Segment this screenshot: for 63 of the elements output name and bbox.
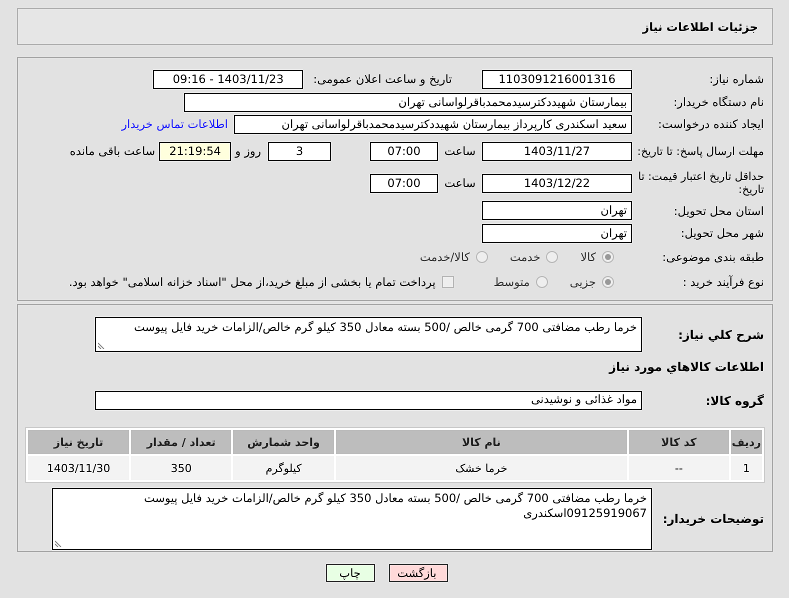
input-field[interactable]: 1403/11/23 - 09:16 bbox=[153, 70, 304, 88]
option-label: کالا bbox=[580, 250, 596, 264]
description-box: خرما رطب مضافتی 700 گرمی خالص /500 بسته معادل 350 کیلو گرم خالص/الزامات خرید فایل پیوست bbox=[95, 317, 642, 352]
date-field[interactable]: 1403/12/22 bbox=[482, 174, 632, 192]
input-field[interactable]: تهران bbox=[482, 224, 632, 242]
field-label: شهر محل تحویل: bbox=[680, 226, 764, 240]
input-field[interactable]: مواد غذائی و نوشیدنی bbox=[95, 391, 642, 410]
section-heading: اطلاعات کالاهاي مورد نیاز bbox=[608, 360, 764, 376]
field-label: شرح کلي نیاز: bbox=[677, 328, 764, 342]
table-cell: 1403/11/30 bbox=[28, 456, 130, 480]
input-field[interactable]: تهران bbox=[482, 201, 632, 220]
radio-button[interactable] bbox=[602, 251, 614, 263]
resize-grip-icon[interactable] bbox=[98, 341, 106, 349]
column-header: کد کالا bbox=[628, 430, 729, 454]
field-label: استان محل تحویل: bbox=[672, 204, 764, 218]
input-field[interactable]: 1103091216001316 bbox=[482, 70, 632, 88]
field-label: ایجاد کننده درخواست: bbox=[657, 117, 764, 131]
column-header: تعداد / مقدار bbox=[131, 430, 232, 454]
option-label: جزیی bbox=[570, 275, 596, 289]
checkbox[interactable] bbox=[442, 276, 454, 288]
option-label: کالا/خدمت bbox=[420, 250, 470, 264]
radio-button[interactable] bbox=[476, 251, 488, 263]
field-label: توضیحات خریدار: bbox=[662, 512, 764, 526]
field-label: مهلت ارسال پاسخ: تا تاریخ: bbox=[636, 144, 764, 158]
contact-link[interactable]: اطلاعات تماس خریدار bbox=[121, 117, 228, 131]
field-label: شماره نیاز: bbox=[708, 72, 764, 86]
field-label: ساعت bbox=[443, 144, 477, 158]
field-label: گروه کالا: bbox=[704, 394, 764, 408]
option-label: خدمت bbox=[510, 250, 540, 264]
field-label: تاریخ و ساعت اعلان عمومی: bbox=[313, 72, 452, 86]
countdown-field[interactable]: 21:19:54 bbox=[159, 142, 232, 160]
notes-box: خرما رطب مضافتی 700 گرمی خالص /500 بسته معادل 350 کیلو گرم خالص/الزامات خرید فایل پیوست 09125919067اسکندری bbox=[52, 488, 652, 550]
input-field[interactable]: بیمارستان شهیددکترسیدمحمدباقرلواسانی تهران bbox=[184, 92, 632, 112]
option-label: متوسط bbox=[494, 275, 530, 289]
column-header: ردیف bbox=[730, 430, 762, 454]
field-label: طبقه بندی موضوعی: bbox=[661, 250, 764, 264]
field-label: نام دستگاه خریدار: bbox=[672, 95, 764, 109]
radio-button[interactable] bbox=[602, 276, 614, 288]
table-cell: 1 bbox=[730, 456, 762, 480]
table-cell: -- bbox=[628, 456, 729, 480]
column-header: تاریخ نیاز bbox=[28, 430, 130, 454]
time-field[interactable]: 07:00 bbox=[370, 174, 438, 192]
field-label: ساعت باقی مانده bbox=[70, 144, 156, 158]
input-field[interactable]: سعید اسکندری کارپرداز بیمارستان شهیددکترسیدمحمدباقرلواسانی تهران bbox=[234, 114, 632, 134]
table-cell: خرما خشک bbox=[336, 456, 627, 480]
field-label: روز و bbox=[235, 144, 261, 158]
column-header: نام کالا bbox=[336, 430, 627, 454]
back-button[interactable]: بازگشت bbox=[388, 564, 448, 582]
field-label: ساعت bbox=[443, 176, 477, 190]
radio-button[interactable] bbox=[536, 276, 548, 288]
resize-grip-icon[interactable] bbox=[55, 539, 63, 547]
field-label: نوع فرآیند خرید : bbox=[682, 275, 764, 289]
date-field[interactable]: 1403/11/27 bbox=[482, 142, 632, 160]
time-field[interactable]: 07:00 bbox=[370, 142, 438, 160]
option-label: پرداخت تمام یا بخشی از مبلغ خرید،از محل "اسناد خزانه اسلامی" خواهد بود. bbox=[68, 275, 436, 289]
table-cell: 350 bbox=[131, 456, 232, 480]
print-button[interactable]: چاپ bbox=[326, 564, 374, 582]
input-field[interactable]: 3 bbox=[268, 142, 331, 160]
table-cell: کیلوگرم bbox=[233, 456, 334, 480]
radio-button[interactable] bbox=[546, 251, 558, 263]
field-label: حداقل تاریخ اعتبار قیمت: تا تاریخ: bbox=[637, 170, 764, 196]
page-title: جزئیات اطلاعات نیاز bbox=[642, 20, 758, 34]
column-header: واحد شمارش bbox=[233, 430, 334, 454]
